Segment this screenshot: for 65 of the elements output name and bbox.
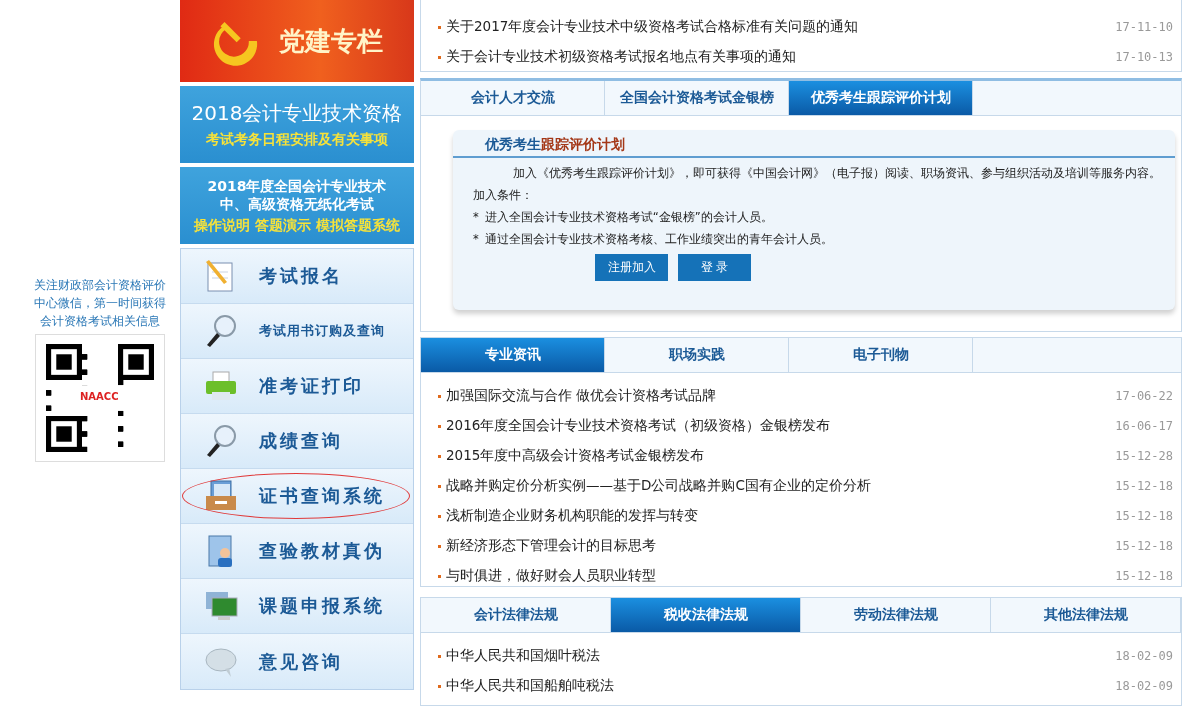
- qr-caption: 关注财政部会计资格评价中心微信，第一时间获得会计资格考试相关信息: [33, 277, 167, 330]
- bullet-icon: [438, 485, 441, 488]
- menu-item[interactable]: 查验教材真伪: [181, 524, 413, 579]
- banner-subtitle: 操作说明 答题演示 模拟答题系统: [194, 216, 400, 235]
- news-date: 15-12-28: [1115, 449, 1173, 464]
- news-date: 17-10-13: [1115, 50, 1173, 64]
- tab[interactable]: 职场实践: [605, 338, 789, 373]
- banner-title: 党建专栏: [279, 24, 383, 58]
- news-date: 15-12-18: [1115, 539, 1173, 554]
- menu-item[interactable]: 考试用书订购及查询: [181, 304, 413, 359]
- bullet-icon: [438, 55, 441, 59]
- news-link[interactable]: 中华人民共和国烟叶税法: [446, 647, 1116, 666]
- news-date: 17-06-22: [1115, 389, 1173, 404]
- bullet-icon: [438, 655, 441, 658]
- tab[interactable]: 税收法律法规: [611, 598, 801, 633]
- tab[interactable]: 优秀考生跟踪评价计划: [789, 81, 973, 115]
- news-link[interactable]: 与时俱进，做好财会人员职业转型: [446, 567, 1116, 586]
- news-date: 18-02-09: [1115, 649, 1173, 664]
- news-date: 15-12-18: [1115, 569, 1173, 584]
- bullet-icon: [438, 575, 441, 578]
- news-link[interactable]: 2016年度全国会计专业技术资格考试（初级资格）金银榜发布: [446, 417, 1116, 436]
- action-button[interactable]: 注册加入: [595, 254, 668, 281]
- news-link[interactable]: 浅析制造企业财务机构职能的发挥与转变: [446, 507, 1116, 526]
- news-link[interactable]: 新经济形态下管理会计的目标思考: [446, 537, 1116, 556]
- tab[interactable]: 会计人才交流: [421, 81, 605, 115]
- banner-title: 2018年度全国会计专业技术中、高级资格无纸化考试: [206, 176, 388, 213]
- bullet-mark: *: [473, 209, 479, 226]
- intro-text: 加入《优秀考生跟踪评价计划》，即可获得《中国会计网》（电子报）阅读、职场资讯、参与组织活动及培训等服务内容。: [512, 165, 1162, 182]
- bullet-icon: [438, 685, 441, 688]
- menu-item[interactable]: 准考证打印: [181, 359, 413, 414]
- news-link[interactable]: 战略并购定价分析实例——基于D公司战略并购C国有企业的定价分析: [446, 477, 1116, 496]
- condition-text: 进入全国会计专业技术资格考试“金银榜”的会计人员。: [484, 209, 773, 226]
- conditions-label: 加入条件：: [473, 187, 534, 204]
- bullet-icon: [438, 25, 441, 29]
- tab[interactable]: 电子刊物: [789, 338, 973, 373]
- bullet-icon: [438, 425, 441, 428]
- news-link[interactable]: 加强国际交流与合作 做优会计资格考试品牌: [446, 387, 1116, 406]
- banner-subtitle: 考试考务日程安排及有关事项: [206, 131, 388, 149]
- qr-logo-text: NAACC: [80, 391, 119, 402]
- condition-text: 通过全国会计专业技术资格考核、工作业绩突出的青年会计人员。: [484, 231, 833, 248]
- menu-item[interactable]: 意见咨询: [181, 634, 413, 689]
- tab[interactable]: 专业资讯: [421, 338, 605, 373]
- banner-title: 2018会计专业技术资格: [191, 100, 403, 127]
- news-date: 15-12-18: [1115, 509, 1173, 524]
- bullet-icon: [438, 545, 441, 548]
- news-date: 15-12-18: [1115, 479, 1173, 494]
- news-link[interactable]: 关于2017年度会计专业技术中级资格考试合格标准有关问题的通知: [446, 18, 1116, 36]
- news-link[interactable]: 中华人民共和国船舶吨税法: [446, 677, 1116, 696]
- tab[interactable]: 其他法律法规: [991, 598, 1181, 633]
- bullet-mark: *: [473, 231, 479, 248]
- menu-item[interactable]: 证书查询系统: [181, 469, 413, 524]
- bullet-icon: [438, 395, 441, 398]
- menu-item[interactable]: 考试报名: [181, 249, 413, 304]
- card-title: 优秀考生跟踪评价计划: [453, 130, 1175, 158]
- news-link[interactable]: 2015年度中高级会计资格考试金银榜发布: [446, 447, 1116, 466]
- action-button[interactable]: 登 录: [678, 254, 751, 281]
- news-date: 18-02-09: [1115, 679, 1173, 694]
- menu-item[interactable]: 成绩查询: [181, 414, 413, 469]
- news-date: 17-11-10: [1115, 20, 1173, 34]
- bullet-icon: [438, 455, 441, 458]
- news-date: 16-06-17: [1115, 419, 1173, 434]
- bullet-icon: [438, 515, 441, 518]
- menu-item[interactable]: 课题申报系统: [181, 579, 413, 634]
- news-link[interactable]: 关于会计专业技术初级资格考试报名地点有关事项的通知: [446, 48, 1116, 66]
- tab[interactable]: 劳动法律法规: [801, 598, 991, 633]
